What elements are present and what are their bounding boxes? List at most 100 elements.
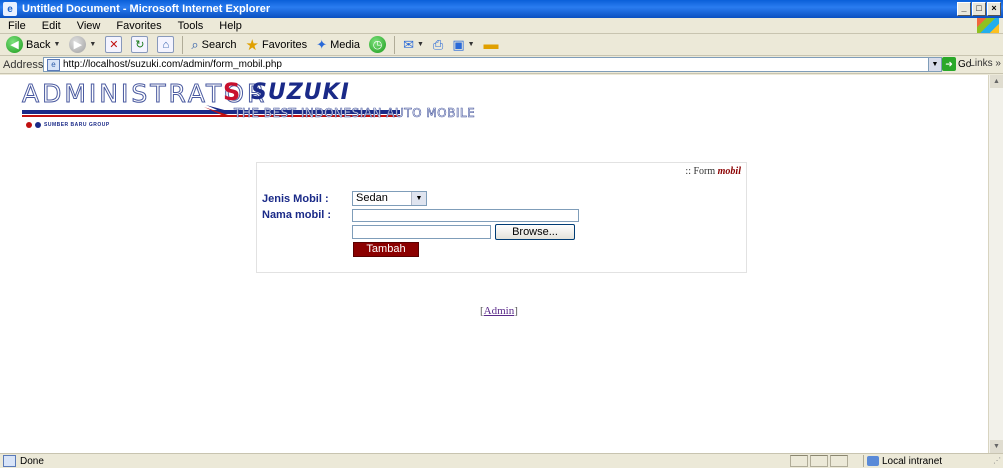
page-icon: e: [47, 58, 60, 71]
edit-dropdown-icon[interactable]: ▼: [468, 41, 475, 48]
form-title-emphasis: mobil: [717, 166, 741, 177]
mail-dropdown-icon[interactable]: ▼: [417, 41, 424, 48]
media-icon: ✦: [316, 36, 328, 52]
intranet-icon: [867, 456, 879, 466]
links-button[interactable]: Links »: [969, 58, 1001, 69]
forward-dropdown-icon[interactable]: ▼: [89, 41, 96, 48]
back-button[interactable]: ◀ Back ▼: [3, 35, 63, 55]
admin-link-wrapper: [Admin]: [480, 305, 518, 317]
go-button[interactable]: ➜ Go: [942, 57, 971, 71]
windows-logo-icon: [977, 18, 999, 33]
stop-button[interactable]: ✕: [102, 35, 125, 55]
menu-view[interactable]: View: [69, 20, 109, 32]
back-label: Back: [26, 38, 51, 51]
zone-label: Local intranet: [882, 455, 943, 467]
toolbar-separator: [182, 35, 184, 54]
admin-link[interactable]: Admin: [484, 305, 515, 317]
address-dropdown-icon[interactable]: ▼: [928, 58, 941, 71]
forward-button[interactable]: ▶ ▼: [66, 35, 99, 55]
jenis-mobil-select[interactable]: Sedan ▼: [352, 191, 427, 206]
refresh-button[interactable]: ↻: [128, 35, 151, 55]
group-name: SUMBER BARU GROUP: [44, 122, 110, 128]
vertical-scrollbar[interactable]: ▲ ▼: [988, 75, 1003, 453]
printer-icon: ⎙: [432, 36, 444, 52]
menu-tools[interactable]: Tools: [170, 20, 212, 32]
suzuki-s-logo: S: [223, 78, 241, 106]
folder-icon: ▬: [483, 36, 499, 53]
history-button[interactable]: ◷: [366, 35, 389, 55]
status-panel: [830, 455, 848, 467]
toolbar-separator: [394, 35, 396, 54]
folder-button[interactable]: ▬: [481, 35, 502, 55]
menu-favorites[interactable]: Favorites: [108, 20, 169, 32]
page-done-icon: [3, 455, 16, 467]
window-controls: _ □ ×: [957, 2, 1001, 16]
title-bar: e Untitled Document - Microsoft Internet…: [0, 0, 1003, 18]
refresh-icon: ↻: [131, 36, 149, 53]
media-button[interactable]: ✦ Media: [313, 35, 363, 55]
blue-dot-icon: [35, 122, 41, 128]
media-label: Media: [330, 38, 361, 51]
favorites-label: Favorites: [261, 38, 308, 51]
star-icon: ★: [245, 36, 259, 54]
browse-button[interactable]: Browse...: [495, 224, 575, 240]
minimize-button[interactable]: _: [957, 2, 971, 16]
form-title: :: Form mobil: [685, 166, 741, 177]
group-logo: SUMBER BARU GROUP: [26, 122, 110, 128]
search-icon: ⌕: [191, 36, 199, 52]
tagline: THE BEST INDONESIAN AUTO MOBILE: [234, 106, 476, 121]
menu-edit[interactable]: Edit: [34, 20, 69, 32]
home-icon: ⌂: [157, 36, 175, 53]
menu-bar: File Edit View Favorites Tools Help: [0, 18, 1003, 34]
tambah-button[interactable]: Tambah: [353, 242, 419, 257]
scroll-up-icon[interactable]: ▲: [990, 75, 1003, 88]
search-button[interactable]: ⌕ Search: [188, 35, 239, 55]
edit-page-icon: ▣: [452, 36, 465, 52]
mail-icon: ✉: [403, 36, 414, 52]
nama-mobil-label: Nama mobil :: [262, 209, 332, 221]
home-button[interactable]: ⌂: [154, 35, 177, 55]
menu-help[interactable]: Help: [211, 20, 250, 32]
nama-mobil-input[interactable]: [352, 209, 579, 222]
history-icon: ◷: [369, 36, 387, 53]
address-input[interactable]: e http://localhost/suzuki.com/admin/form…: [43, 57, 942, 72]
back-arrow-icon: ◀: [6, 36, 23, 53]
mail-button[interactable]: ✉ ▼: [400, 35, 427, 55]
close-button[interactable]: ×: [987, 2, 1001, 16]
ie-icon: e: [3, 2, 17, 16]
file-path-input[interactable]: [352, 225, 491, 239]
status-panels: [790, 455, 848, 467]
toolbar: ◀ Back ▼ ▶ ▼ ✕ ↻ ⌂ ⌕ Search ★ Favorites …: [0, 34, 1003, 56]
favorites-button[interactable]: ★ Favorites: [242, 35, 310, 55]
swoosh-icon: [204, 105, 234, 117]
status-panel: [790, 455, 808, 467]
go-arrow-icon: ➜: [942, 57, 956, 71]
jenis-mobil-value: Sedan: [356, 192, 388, 204]
form-title-prefix: :: Form: [685, 166, 718, 177]
address-url[interactable]: http://localhost/suzuki.com/admin/form_m…: [63, 59, 282, 70]
menu-file[interactable]: File: [0, 20, 34, 32]
page-viewport: ADMINISTRATOR S SUZUKI THE BEST INDONESI…: [0, 75, 988, 453]
search-label: Search: [201, 38, 237, 51]
security-zone: Local intranet: [863, 455, 983, 467]
resize-grip-icon[interactable]: ⋰: [993, 456, 1001, 465]
address-label: Address: [3, 58, 44, 71]
bracket-close: ]: [514, 305, 518, 317]
chevron-down-icon[interactable]: ▼: [411, 192, 426, 205]
form-panel: :: Form mobil Jenis Mobil : Sedan ▼ Nama…: [256, 162, 747, 273]
stop-icon: ✕: [105, 36, 123, 53]
window-title: Untitled Document - Microsoft Internet E…: [22, 3, 271, 15]
scroll-down-icon[interactable]: ▼: [990, 440, 1003, 453]
suzuki-brand: SUZUKI: [251, 80, 350, 105]
print-button[interactable]: ⎙: [430, 35, 446, 55]
status-bar: Done Local intranet ⋰: [0, 453, 1003, 468]
status-text: Done: [20, 455, 44, 467]
red-dot-icon: [26, 122, 32, 128]
status-panel: [810, 455, 828, 467]
back-dropdown-icon[interactable]: ▼: [53, 41, 60, 48]
maximize-button[interactable]: □: [972, 2, 986, 16]
jenis-mobil-label: Jenis Mobil :: [262, 193, 329, 205]
address-bar: Address e http://localhost/suzuki.com/ad…: [0, 56, 1003, 74]
forward-arrow-icon: ▶: [69, 36, 87, 53]
edit-button[interactable]: ▣ ▼: [449, 35, 477, 55]
